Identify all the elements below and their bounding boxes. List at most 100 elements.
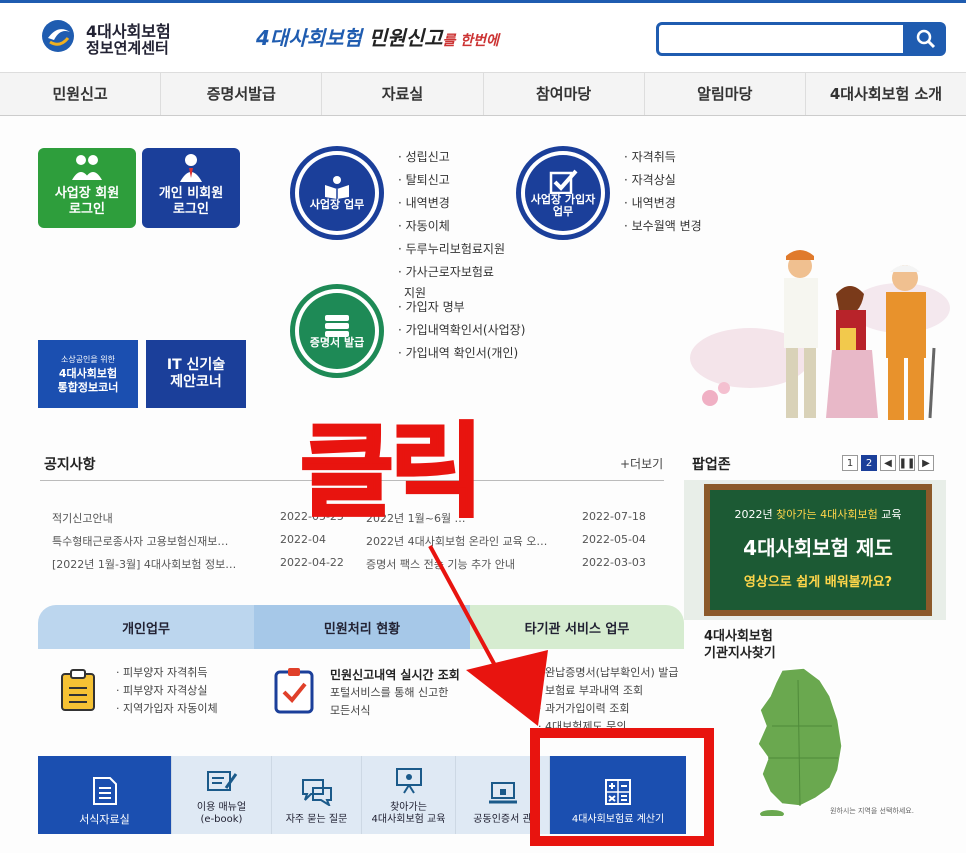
business-login-label2: 로그인 [69, 202, 105, 217]
list-item[interactable]: 보수월액 변경 [624, 215, 702, 238]
highlight-box [530, 728, 714, 846]
list-item[interactable]: 탈퇴신고 [398, 169, 505, 192]
education-label1: 찾아가는 [390, 802, 427, 813]
page-1-button[interactable]: 1 [842, 455, 858, 471]
it-proposal-line1: IT 신기술 [166, 357, 226, 373]
checklist-icon [274, 668, 314, 714]
small-business-info-tile[interactable]: 소상공인을 위한 4대사회보험 통합정보코너 [38, 340, 138, 408]
board-edu: 교육 [877, 508, 902, 521]
nav-item-civil[interactable]: 민원신고 [0, 73, 162, 115]
forms-library-button[interactable]: 서식자료실 [38, 756, 172, 834]
nav-item-about[interactable]: 4대사회보험 소개 [806, 73, 966, 115]
notice-date: 2022-05-04 [582, 533, 646, 546]
notice-title: 공지사항 [44, 457, 96, 473]
document-stack-icon [325, 315, 349, 337]
slogan-part2: 민원신고 [368, 26, 443, 50]
certificate-center-label: 공동인증서 관 [473, 814, 532, 825]
page-2-button[interactable]: 2 [861, 455, 877, 471]
pause-button[interactable]: ❚❚ [899, 455, 915, 471]
member-tasks-label2: 업무 [552, 205, 574, 218]
faq-button[interactable]: 자주 묻는 질문 [272, 756, 362, 834]
nav-item-participation[interactable]: 참여마당 [484, 73, 645, 115]
popup-chalkboard[interactable]: 2022년 찾아가는 4대사회보험 교육 4대사회보험 제도 영상으로 쉽게 배… [704, 484, 932, 616]
prev-button[interactable]: ◀ [880, 455, 896, 471]
certificate-task-list: 가입자 명부 가입내역확인서(사업장) 가입내역 확인서(개인) [398, 296, 526, 365]
notice-item[interactable]: 적기신고안내 [52, 510, 113, 526]
small-business-caption: 소상공인을 위한 [60, 355, 116, 364]
personal-login-label2: 로그인 [173, 202, 209, 217]
next-icon: ▶ [922, 457, 930, 469]
map-instruction: 원하시는 지역을 선택하세요. [830, 807, 914, 815]
workers-illustration [690, 250, 950, 420]
nav-item-certificate[interactable]: 증명서발급 [161, 73, 323, 115]
list-item[interactable]: 내역변경 [624, 192, 702, 215]
laptop-lock-icon [488, 782, 517, 804]
korea-map[interactable] [742, 666, 862, 816]
business-login-button[interactable]: 사업장 회원 로그인 [38, 148, 136, 228]
list-item[interactable]: 가입내역 확인서(개인) [398, 342, 525, 365]
business-tasks-button[interactable]: 사업장 업무 [290, 146, 384, 240]
branch-title-line2: 기관지사찾기 [704, 646, 776, 661]
list-item[interactable]: 피부양자 자격상실 [116, 682, 218, 700]
board-highlight: 찾아가는 4대사회보험 [776, 508, 878, 521]
nav-item-notice[interactable]: 알림마당 [645, 73, 806, 115]
it-proposal-line2: 제안코너 [170, 374, 222, 390]
logo-icon[interactable] [40, 18, 76, 54]
small-business-line2: 통합정보코너 [57, 381, 119, 394]
presentation-board-icon [395, 768, 422, 794]
board-headline: 4대사회보험 제도 [743, 536, 893, 560]
list-item[interactable]: 피부양자 자격취득 [116, 664, 218, 682]
list-item[interactable]: 가입자 명부 [398, 296, 525, 319]
education-label2: 4대사회보험 교육 [371, 814, 446, 825]
personal-login-label1: 개인 비회원 [158, 186, 224, 201]
list-item[interactable]: 자동이체 [398, 215, 505, 238]
notice-date: 2022-03-03 [582, 556, 646, 569]
list-item[interactable]: 가입내역확인서(사업장) [398, 319, 526, 342]
tab-personal-tasks[interactable]: 개인업무 [38, 605, 254, 649]
certificate-issue-button[interactable]: 증명서 발급 [290, 284, 384, 378]
notice-more-link[interactable]: +더보기 [620, 455, 663, 472]
user-manual-label2: (e-book) [200, 814, 243, 825]
member-tasks-button[interactable]: 사업장 가입자 업무 [516, 146, 610, 240]
forms-library-label: 서식자료실 [79, 813, 130, 826]
notice-item[interactable]: 특수형태근로종사자 고용보험신재보… [52, 533, 228, 549]
header-slogan: 4대사회보험 민원신고를 한번에 [256, 22, 499, 51]
logo-subtext[interactable]: 정보연계센터 [86, 37, 169, 58]
certificate-issue-label: 증명서 발급 [309, 336, 365, 349]
list-item[interactable]: 자격취득 [624, 146, 702, 169]
user-icon [180, 154, 202, 182]
user-manual-button[interactable]: 이용 매뉴얼 (e-book) [172, 756, 272, 834]
faq-label: 자주 묻는 질문 [285, 814, 348, 825]
list-item[interactable]: 내역변경 [398, 192, 505, 215]
list-item[interactable]: 두루누리보험료지원 [398, 238, 505, 261]
business-tasks-label: 사업장 업무 [309, 198, 365, 211]
book-reader-icon [325, 176, 349, 199]
list-item[interactable]: 지역가입자 자동이체 [116, 700, 218, 718]
slogan-part3: 를 한번에 [442, 33, 499, 49]
list-item[interactable]: 자격상실 [624, 169, 702, 192]
click-annotation-text: 클릭 [299, 413, 486, 532]
checkbox-icon [549, 169, 578, 194]
search-icon [916, 29, 936, 49]
search-input[interactable] [659, 25, 903, 53]
it-proposal-tile[interactable]: IT 신기술 제안코너 [146, 340, 246, 408]
user-manual-label1: 이용 매뉴얼 [196, 802, 247, 813]
list-item[interactable]: 성립신고 [398, 146, 505, 169]
chat-bubble-icon [301, 779, 332, 806]
list-item[interactable]: 가사근로자보험료 [398, 261, 505, 284]
branch-title-line1: 4대사회보험 [704, 629, 773, 644]
notice-date: 2022-04-22 [280, 556, 344, 569]
slogan-part1: 4대사회보험 [256, 26, 362, 50]
branch-finder-title[interactable]: 4대사회보험 기관지사찾기 [704, 628, 776, 662]
education-button[interactable]: 찾아가는 4대사회보험 교육 [362, 756, 456, 834]
notice-item[interactable]: [2022년 1월-3월] 4대사회보험 정보… [52, 556, 236, 572]
nav-item-library[interactable]: 자료실 [322, 73, 484, 115]
board-line1: 2022년 찾아가는 4대사회보험 교육 [710, 506, 926, 522]
personal-login-button[interactable]: 개인 비회원 로그인 [142, 148, 240, 228]
notice-date: 2022-07-18 [582, 510, 646, 523]
prev-icon: ◀ [884, 457, 892, 469]
board-year: 2022년 [734, 508, 777, 521]
search-button[interactable] [906, 22, 946, 56]
pause-icon: ❚❚ [898, 457, 916, 469]
next-button[interactable]: ▶ [918, 455, 934, 471]
